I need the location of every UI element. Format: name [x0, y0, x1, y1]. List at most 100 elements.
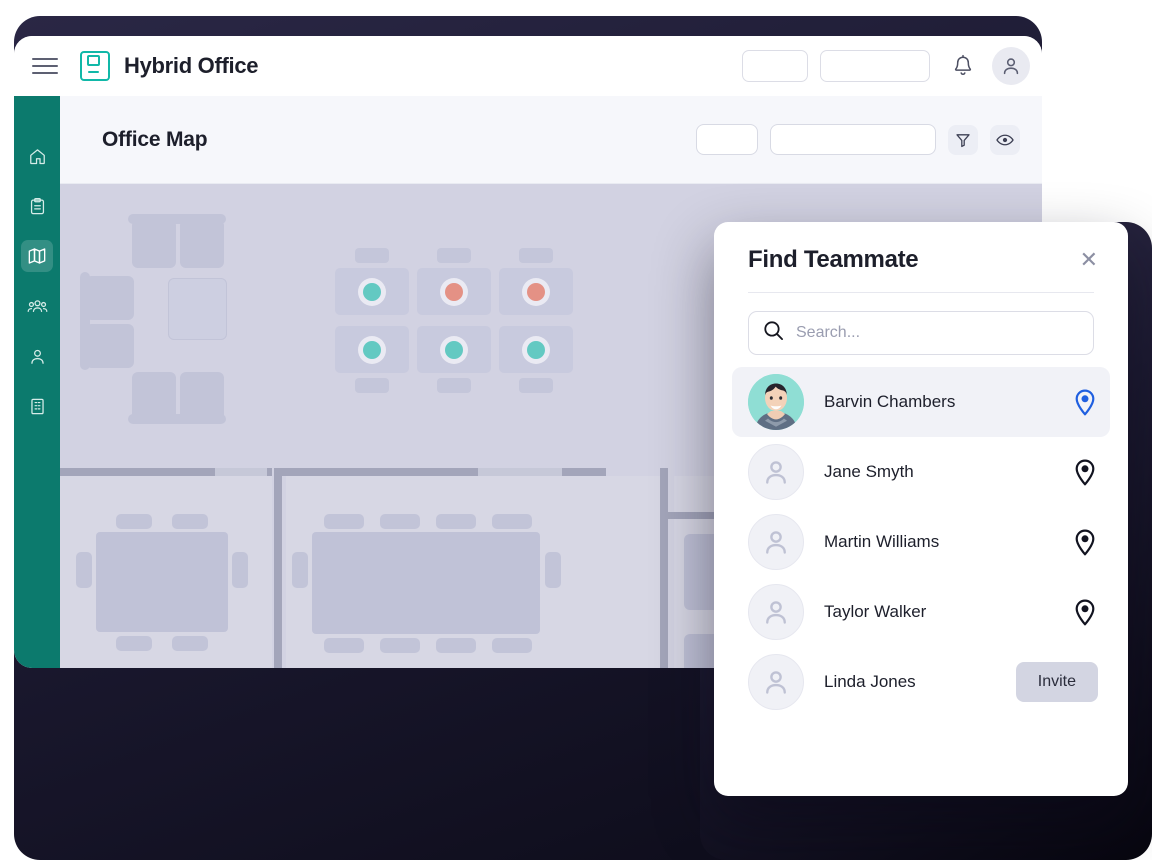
wall-horizontal-b — [267, 468, 272, 476]
close-icon[interactable]: ✕ — [1074, 247, 1104, 273]
teammate-list: Barvin Chambers Jane Smyth Martin Willia… — [732, 367, 1110, 717]
user-avatar-icon[interactable] — [992, 47, 1030, 85]
sofa-left-lower — [88, 324, 134, 368]
search-icon — [763, 320, 784, 346]
teammate-name: Barvin Chambers — [824, 392, 956, 411]
list-item[interactable]: Taylor Walker — [732, 577, 1110, 647]
wall-door-a — [215, 468, 267, 476]
find-teammate-panel: Find Teammate ✕ Search... Barvin Chamber… — [714, 222, 1128, 796]
desk-chair-top — [355, 248, 389, 263]
avatar — [748, 584, 804, 640]
chair-a5 — [76, 552, 92, 588]
chair-b1 — [324, 514, 364, 529]
avatar — [748, 654, 804, 710]
desk-seat — [440, 335, 468, 364]
page-title: Office Map — [102, 127, 208, 151]
panel-header: Find Teammate ✕ — [732, 222, 1110, 292]
list-item[interactable]: Jane Smyth — [732, 437, 1110, 507]
chair-b6 — [380, 638, 420, 653]
panel-divider — [748, 292, 1094, 293]
desk-chair-bottom — [519, 378, 553, 393]
sidebar-item-profile[interactable] — [21, 340, 53, 372]
chair-b5 — [324, 638, 364, 653]
desk-chair-bottom — [437, 378, 471, 393]
map-field-small[interactable] — [696, 124, 758, 155]
search-field-wrapper[interactable] — [748, 311, 1094, 355]
sofa-top-left — [132, 222, 176, 268]
chair-a3 — [116, 636, 152, 651]
locate-pin-icon[interactable] — [1072, 527, 1098, 557]
desk-seat — [440, 277, 468, 306]
filter-icon[interactable] — [948, 124, 978, 155]
hamburger-icon[interactable] — [32, 56, 58, 76]
avatar — [748, 374, 804, 430]
avatar — [748, 514, 804, 570]
chair-a6 — [232, 552, 248, 588]
list-item[interactable]: Martin Williams — [732, 507, 1110, 577]
coffee-table — [168, 278, 227, 340]
chair-b4 — [492, 514, 532, 529]
list-item[interactable]: Linda Jones Invite — [732, 647, 1110, 717]
seat-status-dot — [527, 340, 545, 359]
hybrid-office-logo-icon — [80, 51, 110, 81]
search-input[interactable] — [796, 324, 1079, 342]
wall-door-b — [478, 468, 562, 476]
avatar — [748, 444, 804, 500]
desk-chair-bottom — [355, 378, 389, 393]
sofa-top-right — [180, 222, 224, 268]
topbar-field-small[interactable] — [742, 50, 808, 82]
sidebar-item-buildings[interactable] — [21, 390, 53, 422]
wall-horizontal-c — [282, 468, 478, 476]
sofa-bottom-back — [128, 414, 226, 424]
desk-pod — [417, 326, 491, 393]
chair-a4 — [172, 636, 208, 651]
locate-pin-icon[interactable] — [1072, 597, 1098, 627]
screenshot-root: Hybrid Office Office Map Find Teammate ✕… — [0, 0, 1152, 860]
bell-icon[interactable] — [952, 54, 974, 78]
seat-status-dot — [445, 282, 463, 301]
chair-a2 — [172, 514, 208, 529]
desk-seat — [522, 335, 550, 364]
table-room-a — [96, 532, 228, 632]
chair-a1 — [116, 514, 152, 529]
invite-button[interactable]: Invite — [1015, 662, 1098, 702]
sidebar-item-tasks[interactable] — [21, 190, 53, 222]
wall-horizontal-a — [60, 468, 215, 476]
chair-b2 — [380, 514, 420, 529]
desk-pod — [499, 248, 573, 315]
sidebar-item-teams[interactable] — [21, 290, 53, 322]
desk-seat — [522, 277, 550, 306]
eye-icon[interactable] — [990, 124, 1020, 155]
desk-seat — [358, 335, 386, 364]
desk-pods — [335, 248, 573, 393]
table-room-b — [312, 532, 540, 634]
sidebar-item-map[interactable] — [21, 240, 53, 272]
wall-vertical-b — [660, 468, 668, 668]
wall-vertical-a — [274, 468, 282, 668]
teammate-name: Jane Smyth — [824, 462, 914, 481]
teammate-name: Taylor Walker — [824, 602, 927, 621]
seat-status-dot — [445, 340, 463, 359]
seat-status-dot — [363, 340, 381, 359]
seat-status-dot — [363, 282, 381, 301]
desk-chair-top — [519, 248, 553, 263]
wall-horizontal-d — [562, 468, 606, 476]
desk-chair-top — [437, 248, 471, 263]
page-header: Office Map — [60, 96, 1042, 184]
desk-pod — [417, 248, 491, 315]
locate-pin-icon[interactable] — [1072, 387, 1098, 417]
brand-name: Hybrid Office — [124, 53, 259, 78]
desk-pod — [335, 326, 409, 393]
locate-pin-icon[interactable] — [1072, 457, 1098, 487]
teammate-name: Martin Williams — [824, 532, 940, 551]
map-search-field[interactable] — [770, 124, 936, 155]
chair-b9 — [292, 552, 308, 588]
list-item[interactable]: Barvin Chambers — [732, 367, 1110, 437]
chair-b10 — [545, 552, 561, 588]
sofa-bottom-right — [180, 372, 224, 418]
topbar-field-large[interactable] — [820, 50, 930, 82]
desk-pod — [335, 248, 409, 315]
sidebar-item-home[interactable] — [21, 140, 53, 172]
sofa-bottom-left — [132, 372, 176, 418]
sofa-left-upper — [88, 276, 134, 320]
